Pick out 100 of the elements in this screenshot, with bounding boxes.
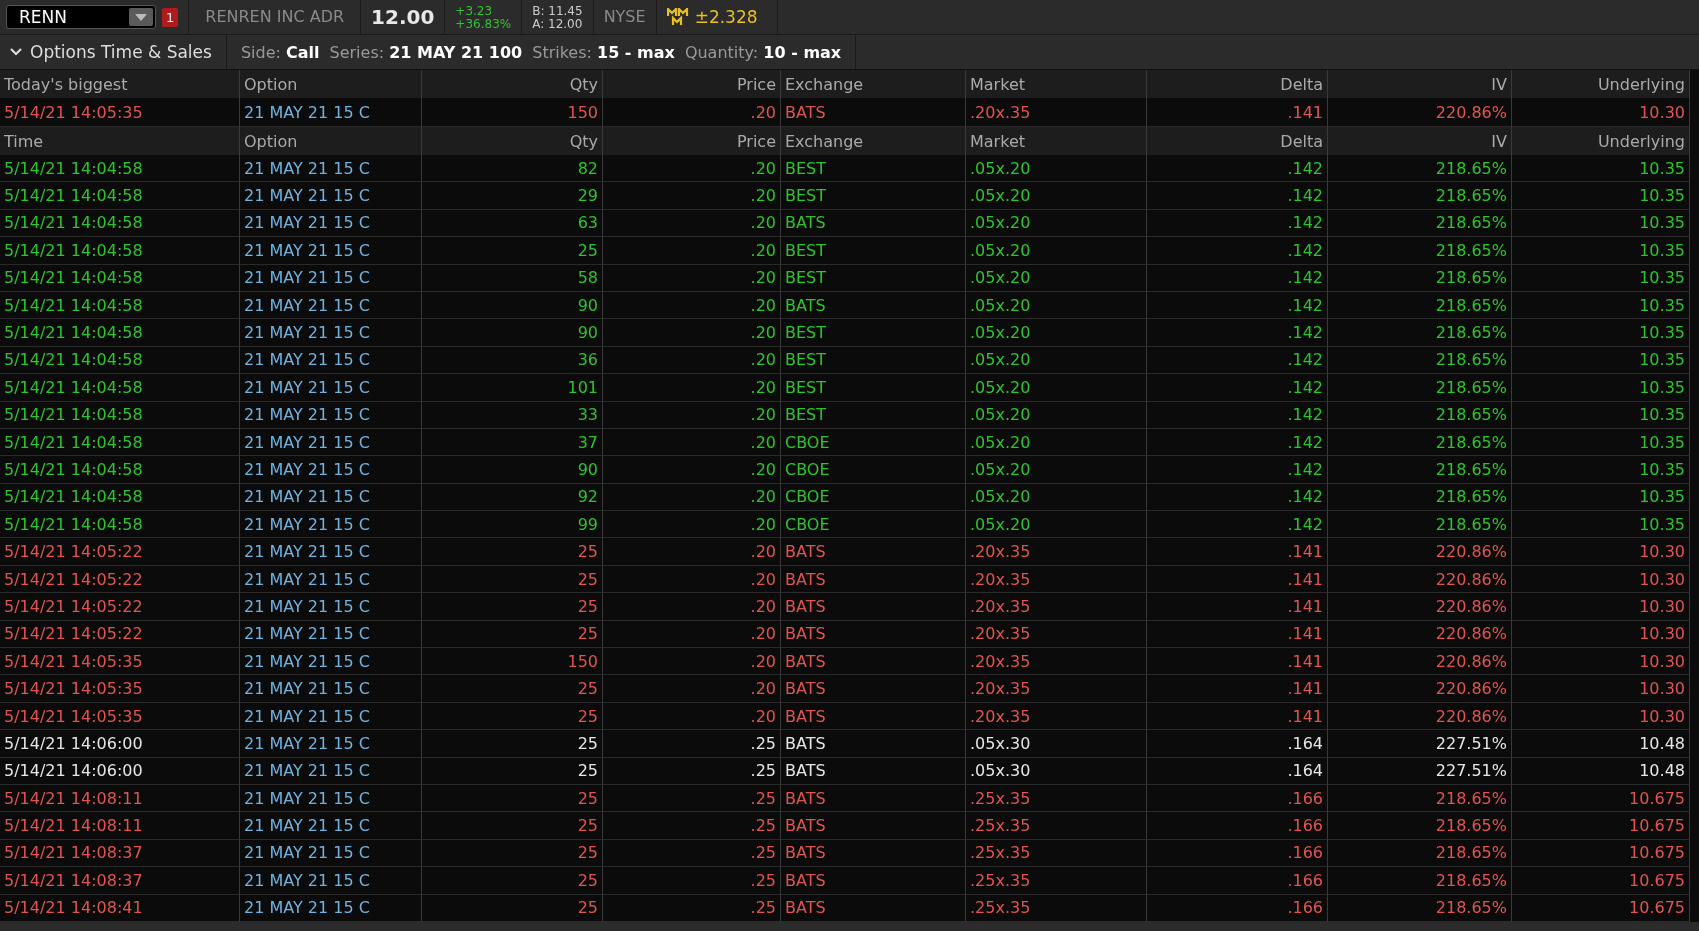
time-cell: 5/14/21 14:05:35	[0, 648, 240, 676]
underlying-cell: 10.35	[1512, 319, 1690, 347]
column-header[interactable]: Qty	[422, 70, 603, 98]
column-header[interactable]: Exchange	[781, 70, 966, 98]
filter-setting[interactable]: Side: Call	[240, 42, 320, 62]
column-header[interactable]: Delta	[1147, 70, 1328, 98]
market-maker-icon	[666, 8, 689, 26]
time-cell: 5/14/21 14:04:58	[0, 291, 240, 320]
option-cell: 21 MAY 21 15 C	[240, 702, 422, 731]
exchange-cell: BATS	[781, 98, 966, 127]
market-cell: .25x.35	[966, 812, 1147, 840]
symbol-field[interactable]: RENN	[6, 5, 156, 29]
column-header[interactable]: Underlying	[1512, 127, 1690, 155]
exchange-label: NYSE	[603, 9, 646, 25]
option-cell: 21 MAY 21 15 C	[240, 565, 422, 594]
price-cell: .25	[603, 785, 781, 813]
price-cell: .20	[603, 319, 781, 347]
exchange-cell: BATS	[781, 648, 966, 676]
column-header[interactable]: Qty	[422, 127, 603, 155]
iv-cell: 218.65%	[1328, 839, 1512, 868]
column-header[interactable]: Price	[603, 127, 781, 155]
column-header[interactable]: Price	[603, 70, 781, 98]
column-header[interactable]: IV	[1328, 70, 1512, 98]
percent-change: +36.83%	[455, 17, 512, 30]
option-cell: 21 MAY 21 15 C	[240, 291, 422, 320]
option-cell: 21 MAY 21 15 C	[240, 456, 422, 484]
filter-setting[interactable]: Quantity: 10 - max	[684, 42, 842, 62]
qty-cell: 25	[422, 675, 603, 703]
qty-cell: 36	[422, 346, 603, 375]
iv-cell: 218.65%	[1328, 319, 1512, 347]
price-cell: .25	[603, 839, 781, 868]
market-cell: .25x.35	[966, 839, 1147, 868]
iv-cell: 218.65%	[1328, 291, 1512, 320]
column-header[interactable]: Underlying	[1512, 70, 1690, 98]
iv-cell: 218.65%	[1328, 812, 1512, 840]
qty-cell: 90	[422, 319, 603, 347]
exchange-cell: BEST	[781, 319, 966, 347]
delta-cell: .142	[1147, 346, 1328, 375]
iv-cell: 218.65%	[1328, 346, 1512, 375]
underlying-cell: 10.30	[1512, 675, 1690, 703]
column-header[interactable]: Today's biggest	[0, 70, 240, 98]
market-cell: .05x.20	[966, 291, 1147, 320]
column-header[interactable]: Market	[966, 127, 1147, 155]
price-cell: .20	[603, 702, 781, 731]
filter-setting[interactable]: Strikes: 15 - max	[532, 42, 675, 62]
price-cell: .25	[603, 894, 781, 922]
column-header[interactable]: Exchange	[781, 127, 966, 155]
alert-count[interactable]: 1	[162, 7, 179, 27]
qty-cell: 25	[422, 702, 603, 731]
exchange-cell: BEST	[781, 401, 966, 429]
iv-cell: 220.86%	[1328, 675, 1512, 703]
option-cell: 21 MAY 21 15 C	[240, 346, 422, 375]
filter-setting[interactable]: Series: 21 MAY 21 100	[329, 42, 523, 62]
underlying-cell: 10.675	[1512, 785, 1690, 813]
exchange-cell: CBOE	[781, 428, 966, 457]
column-header[interactable]: Time	[0, 127, 240, 155]
option-cell: 21 MAY 21 15 C	[240, 894, 422, 922]
time-cell: 5/14/21 14:05:22	[0, 593, 240, 621]
underlying-cell: 10.35	[1512, 237, 1690, 265]
column-header[interactable]: Delta	[1147, 127, 1328, 155]
time-cell: 5/14/21 14:04:58	[0, 264, 240, 292]
column-header[interactable]: IV	[1328, 127, 1512, 155]
column-header[interactable]: Option	[240, 127, 422, 155]
time-cell: 5/14/21 14:06:00	[0, 730, 240, 758]
delta-cell: .142	[1147, 456, 1328, 484]
dropdown-button[interactable]	[129, 8, 153, 26]
underlying-cell: 10.30	[1512, 565, 1690, 594]
exchange-cell: BATS	[781, 894, 966, 922]
market-cell: .20x.35	[966, 538, 1147, 566]
price-cell: .20	[603, 565, 781, 594]
qty-cell: 25	[422, 538, 603, 566]
market-cell: .20x.35	[966, 620, 1147, 649]
qty-cell: 37	[422, 428, 603, 457]
column-header[interactable]: Option	[240, 70, 422, 98]
market-cell: .20x.35	[966, 648, 1147, 676]
underlying-cell: 10.35	[1512, 291, 1690, 320]
time-cell: 5/14/21 14:05:22	[0, 565, 240, 594]
qty-cell: 25	[422, 237, 603, 265]
delta-cell: .141	[1147, 565, 1328, 594]
exchange-cell: BATS	[781, 565, 966, 594]
iv-cell: 220.86%	[1328, 565, 1512, 594]
exchange-cell: BATS	[781, 620, 966, 649]
iv-cell: 227.51%	[1328, 757, 1512, 785]
price-cell: .20	[603, 538, 781, 566]
price-cell: .20	[603, 620, 781, 649]
column-header[interactable]: Market	[966, 70, 1147, 98]
option-cell: 21 MAY 21 15 C	[240, 209, 422, 238]
exchange-cell: BATS	[781, 867, 966, 895]
qty-cell: 90	[422, 456, 603, 484]
delta-cell: .164	[1147, 730, 1328, 758]
price-cell: .20	[603, 675, 781, 703]
exchange-cell: BATS	[781, 785, 966, 813]
option-cell: 21 MAY 21 15 C	[240, 593, 422, 621]
price-cell: .25	[603, 730, 781, 758]
delta-cell: .142	[1147, 374, 1328, 402]
bid-price: B: 11.45	[532, 4, 583, 17]
option-cell: 21 MAY 21 15 C	[240, 730, 422, 758]
exchange-cell: BEST	[781, 182, 966, 210]
panel-toggle[interactable]: Options Time & Sales	[0, 35, 227, 69]
price-cell: .20	[603, 182, 781, 210]
